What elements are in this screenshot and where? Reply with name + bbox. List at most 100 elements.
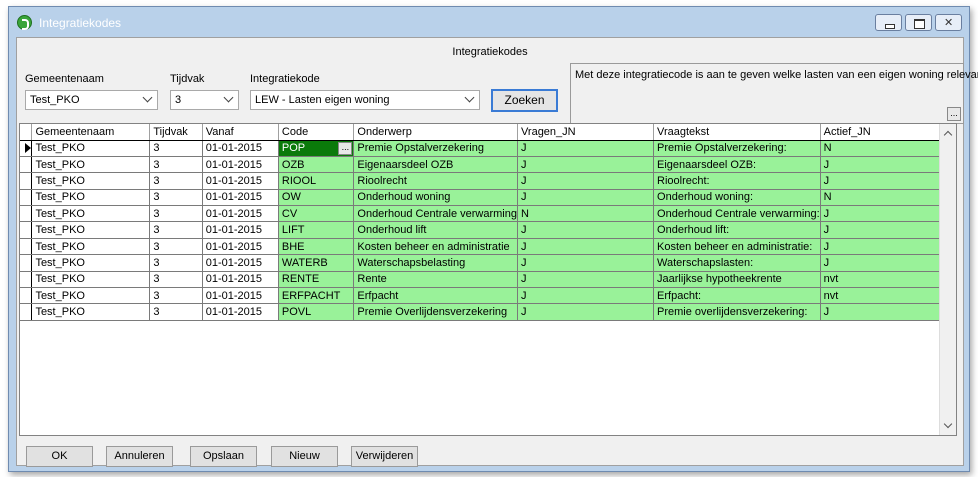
table-cell[interactable]: J [517, 287, 655, 305]
ok-button[interactable]: OK [26, 446, 93, 467]
table-cell[interactable]: Test_PKO [31, 238, 151, 256]
table-row[interactable]: Test_PKO 3 01-01-2015 POVL Premie Overlijden… [20, 303, 956, 321]
new-button[interactable]: Nieuw [271, 446, 338, 467]
table-row[interactable]: Test_PKO 3 01-01-2015 WATERB Waterschapsbela… [20, 254, 956, 272]
vertical-scrollbar[interactable] [939, 124, 956, 435]
table-cell[interactable]: Test_PKO [31, 287, 151, 305]
table-cell[interactable]: J [517, 238, 655, 256]
column-header[interactable]: Actief_JN [820, 124, 956, 141]
table-cell[interactable]: Eigenaarsdeel OZB [353, 156, 518, 174]
table-cell[interactable]: POVL [278, 303, 355, 321]
table-cell[interactable]: WATERB [278, 254, 355, 272]
table-cell[interactable]: Premie Opstalverzekering [353, 140, 518, 157]
table-cell[interactable]: 3 [149, 254, 203, 272]
table-cell[interactable]: CV [278, 205, 355, 223]
row-selector[interactable] [20, 303, 33, 321]
row-selector[interactable] [20, 254, 33, 272]
integratiekode-dropdown[interactable]: LEW - Lasten eigen woning [250, 90, 480, 110]
table-row[interactable]: Test_PKO 3 01-01-2015 OZB Eigenaarsdeel OZB J… [20, 156, 956, 174]
table-cell[interactable]: OZB [278, 156, 355, 174]
table-cell[interactable]: Onderhoud woning [353, 189, 518, 207]
current-cell[interactable]: POP... [278, 140, 355, 157]
column-header[interactable]: Tijdvak [149, 124, 203, 141]
table-cell[interactable]: Rente [353, 271, 518, 289]
table-cell[interactable]: J [820, 254, 956, 272]
table-cell[interactable]: OW [278, 189, 355, 207]
table-cell[interactable]: Onderhoud Centrale verwarming: [653, 205, 821, 223]
table-cell[interactable]: J [517, 156, 655, 174]
table-cell[interactable]: Erfpacht [353, 287, 518, 305]
scroll-up-icon[interactable] [943, 130, 953, 140]
table-cell[interactable]: 01-01-2015 [202, 254, 279, 272]
table-cell[interactable]: 3 [149, 221, 203, 239]
delete-button[interactable]: Verwijderen [351, 446, 418, 467]
row-selector[interactable] [20, 140, 33, 157]
table-cell[interactable]: Test_PKO [31, 221, 151, 239]
table-cell[interactable]: Waterschapslasten: [653, 254, 821, 272]
table-cell[interactable]: J [517, 221, 655, 239]
table-cell[interactable]: Test_PKO [31, 189, 151, 207]
table-cell[interactable]: 01-01-2015 [202, 156, 279, 174]
table-cell[interactable]: Kosten beheer en administratie [353, 238, 518, 256]
table-cell[interactable]: RENTE [278, 271, 355, 289]
row-selector[interactable] [20, 205, 33, 223]
table-cell[interactable]: LIFT [278, 221, 355, 239]
cell-ellipsis-button[interactable]: ... [338, 141, 353, 155]
table-row[interactable]: Test_PKO 3 01-01-2015 RIOOL Rioolrecht J Riool… [20, 172, 956, 190]
table-cell[interactable]: J [517, 189, 655, 207]
row-selector[interactable] [20, 271, 33, 289]
table-cell[interactable]: 3 [149, 205, 203, 223]
minimize-button[interactable] [875, 14, 902, 31]
table-cell[interactable]: 01-01-2015 [202, 140, 279, 157]
table-cell[interactable]: 01-01-2015 [202, 303, 279, 321]
table-cell[interactable]: J [517, 254, 655, 272]
table-cell[interactable]: N [820, 140, 956, 157]
table-cell[interactable]: Test_PKO [31, 172, 151, 190]
table-cell[interactable]: 3 [149, 156, 203, 174]
close-button[interactable] [935, 14, 962, 31]
table-cell[interactable]: nvt [820, 271, 956, 289]
column-header[interactable]: Vraagtekst [653, 124, 821, 141]
table-cell[interactable]: J [517, 303, 655, 321]
scroll-down-icon[interactable] [943, 419, 953, 429]
table-cell[interactable]: Premie overlijdensverzekering: [653, 303, 821, 321]
table-cell[interactable]: Premie Overlijdensverzekering [353, 303, 518, 321]
description-ellipsis-button[interactable]: ... [947, 107, 961, 121]
table-cell[interactable]: nvt [820, 287, 956, 305]
maximize-button[interactable] [905, 14, 932, 31]
table-row[interactable]: Test_PKO 3 01-01-2015 RENTE Rente J Jaarlijkse… [20, 271, 956, 289]
table-cell[interactable]: Premie Opstalverzekering: [653, 140, 821, 157]
table-cell[interactable]: Eigenaarsdeel OZB: [653, 156, 821, 174]
table-cell[interactable]: N [517, 205, 655, 223]
table-cell[interactable]: Waterschapsbelasting [353, 254, 518, 272]
row-selector[interactable] [20, 172, 33, 190]
table-cell[interactable]: Onderhoud lift [353, 221, 518, 239]
table-cell[interactable]: RIOOL [278, 172, 355, 190]
table-cell[interactable]: N [820, 189, 956, 207]
column-header[interactable]: Onderwerp [353, 124, 518, 141]
table-cell[interactable]: 01-01-2015 [202, 287, 279, 305]
table-cell[interactable]: Onderhoud Centrale verwarming [353, 205, 518, 223]
column-header[interactable]: Gemeentenaam [31, 124, 151, 141]
row-selector[interactable] [20, 189, 33, 207]
table-cell[interactable]: 01-01-2015 [202, 172, 279, 190]
tijdvak-dropdown[interactable]: 3 [170, 90, 239, 110]
table-cell[interactable]: Kosten beheer en administratie: [653, 238, 821, 256]
gemeente-dropdown[interactable]: Test_PKO [25, 90, 158, 110]
save-button[interactable]: Opslaan [190, 446, 257, 467]
table-cell[interactable]: Onderhoud lift: [653, 221, 821, 239]
table-cell[interactable]: 01-01-2015 [202, 205, 279, 223]
table-row[interactable]: Test_PKO 3 01-01-2015 BHE Kosten beheer en a… [20, 238, 956, 256]
table-cell[interactable]: J [820, 238, 956, 256]
table-cell[interactable]: 3 [149, 287, 203, 305]
table-cell[interactable]: J [820, 303, 956, 321]
table-cell[interactable]: Rioolrecht: [653, 172, 821, 190]
table-cell[interactable]: J [517, 140, 655, 157]
table-cell[interactable]: 3 [149, 303, 203, 321]
table-cell[interactable]: Rioolrecht [353, 172, 518, 190]
table-row[interactable]: Test_PKO 3 01-01-2015 CV Onderhoud Centrale … [20, 205, 956, 223]
table-row[interactable]: Test_PKO 3 01-01-2015 POP... Premie Opstalve… [20, 140, 956, 157]
table-cell[interactable]: Test_PKO [31, 254, 151, 272]
table-cell[interactable]: 01-01-2015 [202, 221, 279, 239]
table-cell[interactable]: BHE [278, 238, 355, 256]
